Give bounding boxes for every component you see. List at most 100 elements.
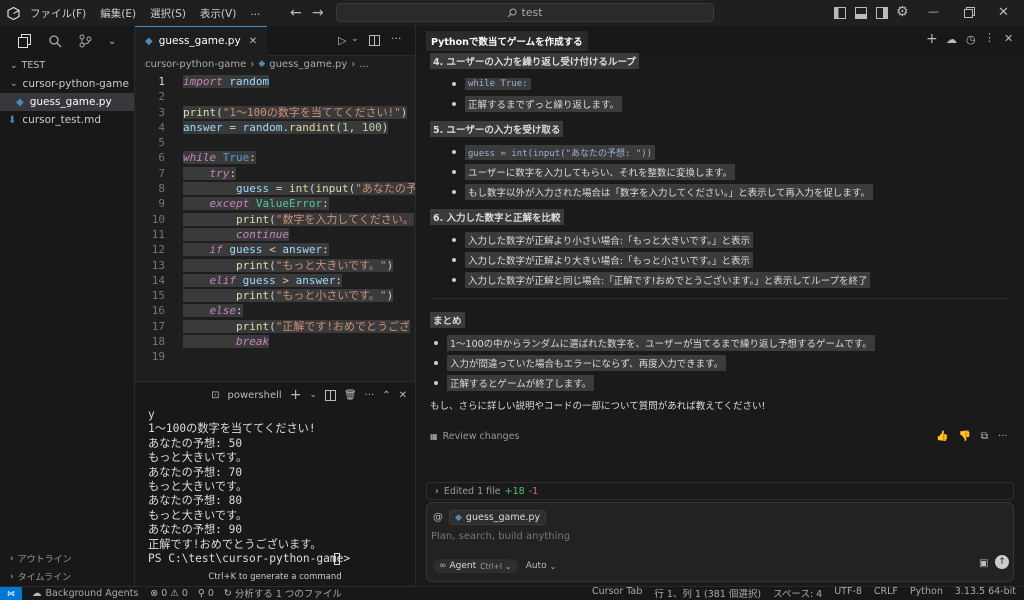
toggle-primary-sidebar-icon[interactable] bbox=[834, 7, 846, 19]
code-line[interactable]: 2 bbox=[135, 89, 415, 104]
thumbs-down-icon[interactable]: 👎 bbox=[958, 431, 970, 442]
terminal-shell-label[interactable]: powershell bbox=[228, 390, 282, 401]
code-editor[interactable]: ◆ guess_game.py ✕ ▷ ⌄ ··· cursor-python-… bbox=[135, 26, 415, 381]
file-item-guess-game[interactable]: ◆ guess_game.py bbox=[0, 93, 134, 111]
run-icon[interactable]: ▷ bbox=[338, 34, 346, 47]
ports-indicator[interactable]: ⚲ 0 bbox=[198, 588, 214, 599]
chevron-down-icon[interactable]: ⌄ bbox=[309, 390, 317, 400]
chevron-up-icon[interactable]: ⌃ bbox=[382, 390, 390, 401]
line-number: 11 bbox=[151, 227, 165, 241]
folder-item[interactable]: ⌄ cursor-python-game bbox=[0, 75, 134, 93]
more-actions-icon[interactable]: ··· bbox=[365, 390, 375, 401]
code-line[interactable]: 1 import random bbox=[135, 74, 415, 89]
code-line[interactable]: 4 answer = random.randint(1, 100) bbox=[135, 120, 415, 135]
more-actions-icon[interactable]: ⋮ bbox=[984, 31, 995, 44]
restore-icon[interactable] bbox=[964, 7, 975, 18]
code-line[interactable]: 6 while True: bbox=[135, 150, 415, 165]
editor-tab[interactable]: ◆ guess_game.py ✕ bbox=[135, 26, 268, 56]
chat-input-placeholder[interactable]: Plan, search, build anything bbox=[431, 531, 1013, 542]
edited-files-bar[interactable]: › Edited 1 file +18 -1 bbox=[426, 482, 1014, 500]
indentation-status[interactable]: スペース: 4 bbox=[773, 586, 822, 600]
new-chat-plus-icon[interactable]: + bbox=[926, 31, 938, 47]
language-status[interactable]: Python bbox=[910, 586, 943, 600]
code-area[interactable]: 1 import random 2 3 print("1〜100の数字を当ててください!… bbox=[135, 72, 415, 365]
terminal-panel[interactable]: ⊡ powershell + ⌄ 🗑 ··· ⌃ ✕ y 1〜100の数字を当てて… bbox=[135, 381, 415, 586]
explorer-root[interactable]: ⌄ TEST bbox=[0, 56, 134, 75]
code-line[interactable]: 7 try: bbox=[135, 166, 415, 181]
code-line[interactable]: 11 continue bbox=[135, 227, 415, 242]
search-panel-icon[interactable] bbox=[48, 34, 62, 48]
mention-icon[interactable]: @ bbox=[433, 512, 443, 523]
code-line[interactable]: 12 if guess < answer: bbox=[135, 242, 415, 257]
split-editor-icon[interactable] bbox=[369, 35, 380, 46]
minimize-icon[interactable]: — bbox=[928, 5, 939, 18]
line-code: print("もっと小さいです。") bbox=[183, 289, 394, 303]
trash-icon[interactable]: 🗑 bbox=[344, 390, 357, 401]
breadcrumb-more[interactable]: ... bbox=[359, 59, 369, 70]
eol-status[interactable]: CRLF bbox=[874, 586, 898, 600]
interpreter-version[interactable]: 3.13.5 64-bit bbox=[955, 586, 1016, 600]
close-icon[interactable]: ✕ bbox=[399, 390, 407, 401]
code-line[interactable]: 3 print("1〜100の数字を当ててください!") bbox=[135, 105, 415, 120]
menu-edit[interactable]: 編集(E) bbox=[100, 6, 136, 21]
code-line[interactable]: 9 except ValueError: bbox=[135, 196, 415, 211]
chevron-down-icon[interactable]: ⌄ bbox=[351, 34, 359, 44]
cloud-icon[interactable]: ☁ bbox=[946, 33, 957, 46]
remote-indicator[interactable]: ⋈ bbox=[0, 586, 22, 600]
background-agents[interactable]: ☁ Background Agents bbox=[32, 588, 138, 599]
code-line[interactable]: 13 print("もっと大きいです。") bbox=[135, 258, 415, 273]
model-selector[interactable]: Auto ⌄ bbox=[526, 561, 557, 571]
settings-gear-icon[interactable]: ⚙ bbox=[896, 4, 909, 20]
code-line[interactable]: 18 break bbox=[135, 334, 415, 349]
more-actions-icon[interactable]: ··· bbox=[998, 431, 1008, 442]
more-actions-icon[interactable]: ··· bbox=[391, 32, 402, 45]
code-line[interactable]: 8 guess = int(input("あなたの予想 bbox=[135, 181, 415, 196]
code-line[interactable]: 17 print("正解です!おめでとうござ bbox=[135, 319, 415, 334]
back-arrow-icon[interactable]: ← bbox=[290, 5, 302, 21]
code-line[interactable]: 5 bbox=[135, 135, 415, 150]
source-control-icon[interactable] bbox=[78, 34, 92, 48]
close-icon[interactable]: ✕ bbox=[249, 36, 257, 47]
close-icon[interactable]: ✕ bbox=[1004, 32, 1013, 45]
encoding-status[interactable]: UTF-8 bbox=[834, 586, 862, 600]
toggle-panel-icon[interactable] bbox=[855, 7, 867, 19]
chevron-down-icon[interactable]: ⌄ bbox=[108, 36, 116, 47]
toggle-secondary-sidebar-icon[interactable] bbox=[876, 7, 888, 19]
image-attach-icon[interactable]: ▣ bbox=[979, 558, 988, 569]
cursor-position[interactable]: 行 1、列 1 (381 個選択) bbox=[654, 586, 761, 600]
menu-view[interactable]: 表示(V) bbox=[200, 6, 236, 21]
menu-more[interactable]: ... bbox=[250, 6, 260, 21]
menu-selection[interactable]: 選択(S) bbox=[150, 6, 186, 21]
code-line[interactable]: 10 print("数字を入力してください。 bbox=[135, 212, 415, 227]
terminal-output[interactable]: y 1〜100の数字を当ててください! あなたの予想: 50 もっと大きいです。 あなた… bbox=[135, 408, 415, 566]
explorer-files-icon[interactable] bbox=[18, 34, 32, 48]
review-changes[interactable]: ▦ Review changes bbox=[430, 431, 519, 442]
analyzing-indicator[interactable]: ↻ 分析する 1 つのファイル bbox=[224, 586, 342, 600]
outline-section[interactable]: › アウトライン bbox=[0, 552, 82, 566]
problems-indicator[interactable]: ⊗ 0 ⚠ 0 bbox=[150, 588, 188, 599]
code-line[interactable]: 16 else: bbox=[135, 303, 415, 318]
code-line[interactable]: 14 elif guess > answer: bbox=[135, 273, 415, 288]
chat-tab[interactable]: Pythonで数当てゲームを作成する bbox=[426, 31, 588, 51]
menu-file[interactable]: ファイル(F) bbox=[30, 6, 86, 21]
close-window-icon[interactable]: ✕ bbox=[998, 5, 1009, 20]
context-file-chip[interactable]: ◆ guess_game.py bbox=[449, 510, 547, 525]
timeline-section[interactable]: › タイムライン bbox=[0, 570, 81, 584]
forward-arrow-icon[interactable]: → bbox=[312, 5, 324, 21]
agent-mode-button[interactable]: ∞ Agent Ctrl+I ⌄ bbox=[433, 559, 518, 573]
command-search-box[interactable]: test bbox=[336, 3, 714, 22]
plus-icon[interactable]: + bbox=[290, 387, 302, 403]
chat-input-box[interactable]: @ ◆ guess_game.py Plan, search, build an… bbox=[426, 502, 1014, 582]
split-terminal-icon[interactable] bbox=[324, 389, 336, 401]
breadcrumb-folder[interactable]: cursor-python-game bbox=[145, 59, 246, 70]
cursor-tab-status[interactable]: Cursor Tab bbox=[592, 586, 642, 600]
copy-icon[interactable]: ⧉ bbox=[981, 431, 988, 442]
history-icon[interactable]: ◷ bbox=[966, 33, 976, 46]
send-button[interactable]: ↑ bbox=[995, 555, 1009, 569]
thumbs-up-icon[interactable]: 👍 bbox=[936, 431, 948, 442]
breadcrumb-file[interactable]: guess_game.py bbox=[269, 59, 347, 70]
file-item-cursor-test[interactable]: ⬇ cursor_test.md bbox=[0, 111, 134, 129]
code-line[interactable]: 19 bbox=[135, 349, 415, 364]
code-line[interactable]: 15 print("もっと小さいです。") bbox=[135, 288, 415, 303]
lines-added: +18 bbox=[504, 485, 525, 497]
